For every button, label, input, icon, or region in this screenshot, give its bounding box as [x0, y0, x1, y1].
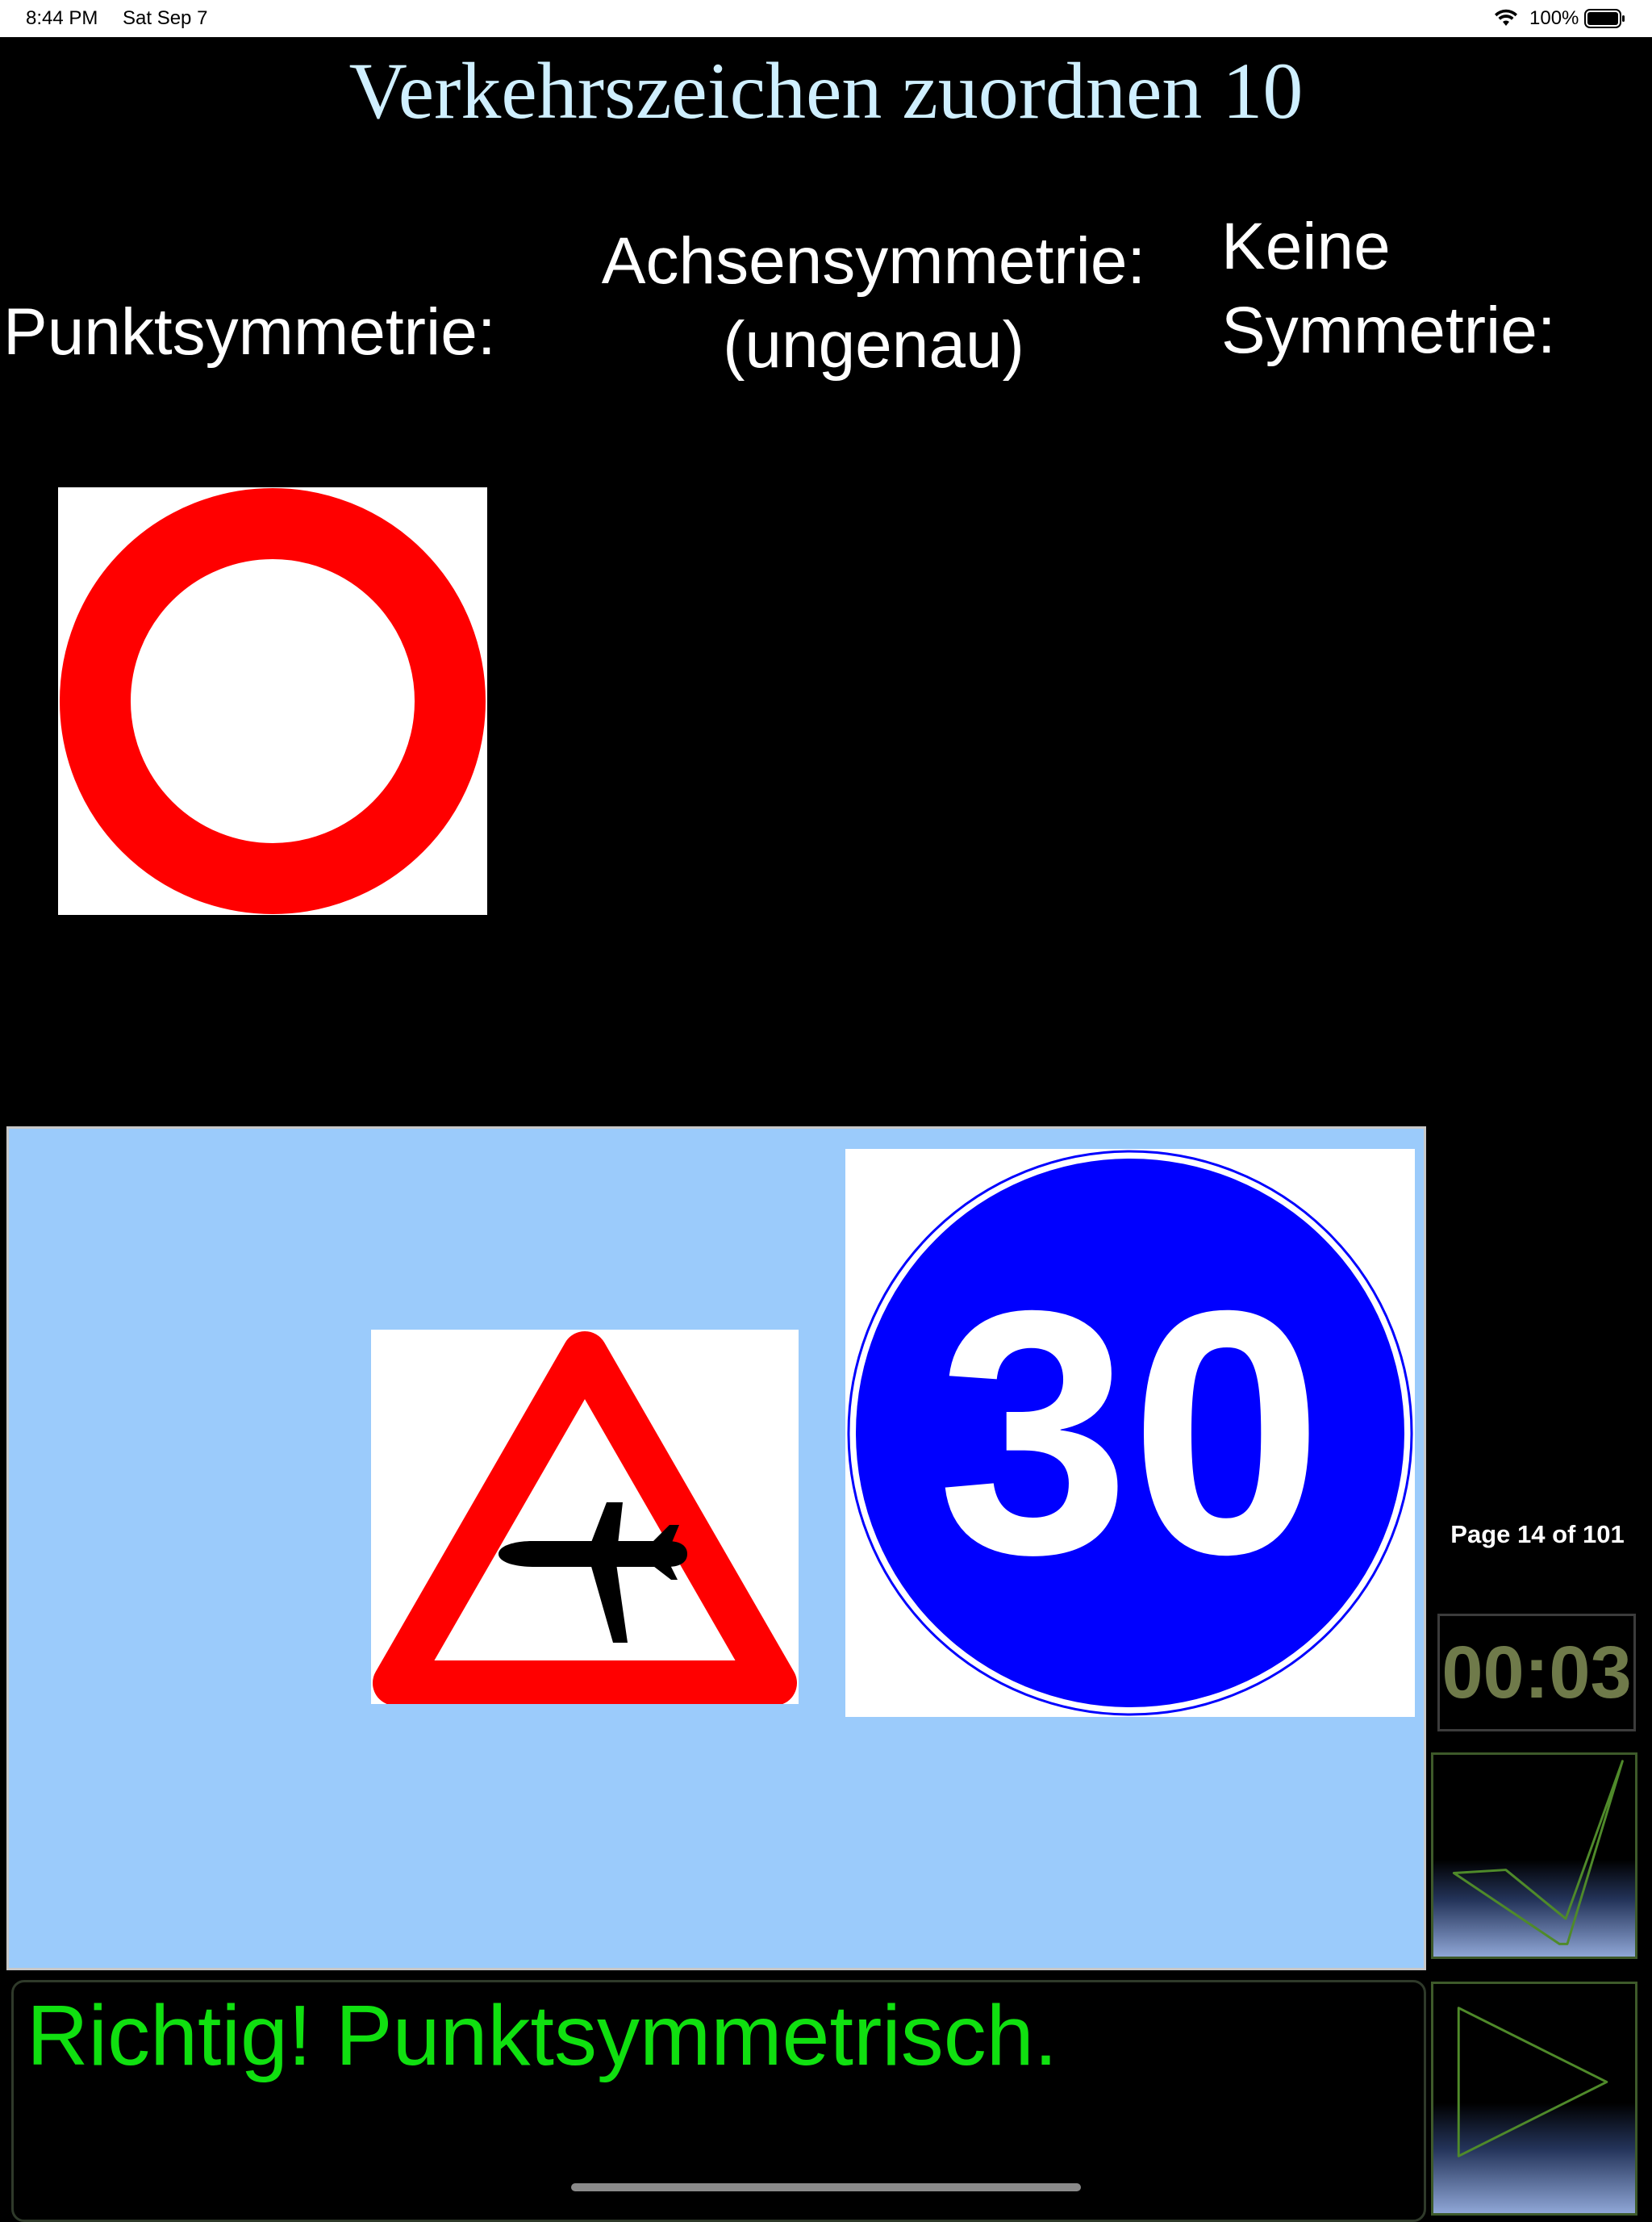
blue-circle-number-icon: 30: [847, 1150, 1413, 1716]
wifi-icon: [1494, 8, 1518, 33]
aircraft-warning-sign[interactable]: [371, 1330, 799, 1704]
status-time: 8:44 PM: [26, 7, 98, 29]
next-button[interactable]: [1431, 1982, 1637, 2216]
no-vehicles-sign[interactable]: [58, 487, 487, 915]
page-indicator: Page 14 of 101: [1450, 1520, 1625, 1548]
timer-display: 00:03: [1437, 1614, 1636, 1731]
feedback-message: Richtig! Punktsymmetrisch.: [27, 1988, 1058, 2083]
point-symmetry-label: Punktsymmetrie:: [3, 295, 496, 369]
page-title: Verkehrszeichen zuordnen 10: [348, 46, 1304, 136]
triangle-airplane-icon: [373, 1331, 797, 1704]
home-indicator[interactable]: [571, 2183, 1081, 2191]
axis-symmetry-label-line1: Achsensymmetrie:: [601, 224, 1146, 298]
red-ring-circle-icon: [60, 488, 486, 914]
axis-symmetry-label: Achsensymmetrie: (ungenau): [579, 219, 1168, 387]
no-symmetry-label-line1: Keine: [1221, 210, 1391, 283]
minimum-speed-sign[interactable]: 30: [845, 1149, 1415, 1717]
sign-number-text: 30: [937, 1239, 1323, 1627]
no-symmetry-label-line2: Symmetrie:: [1221, 294, 1556, 367]
checkmark-icon: [1452, 1760, 1624, 1945]
status-date: Sat Sep 7: [123, 7, 208, 29]
status-bar: 8:44 PM Sat Sep 7 100%: [0, 0, 1652, 37]
no-symmetry-label: Keine Symmetrie:: [1221, 205, 1556, 373]
battery-icon: [1584, 9, 1626, 34]
axis-symmetry-label-line2: (ungenau): [723, 308, 1024, 382]
battery-percent: 100%: [1529, 7, 1579, 29]
check-button[interactable]: [1431, 1752, 1637, 1959]
play-triangle-icon: [1457, 2007, 1608, 2157]
